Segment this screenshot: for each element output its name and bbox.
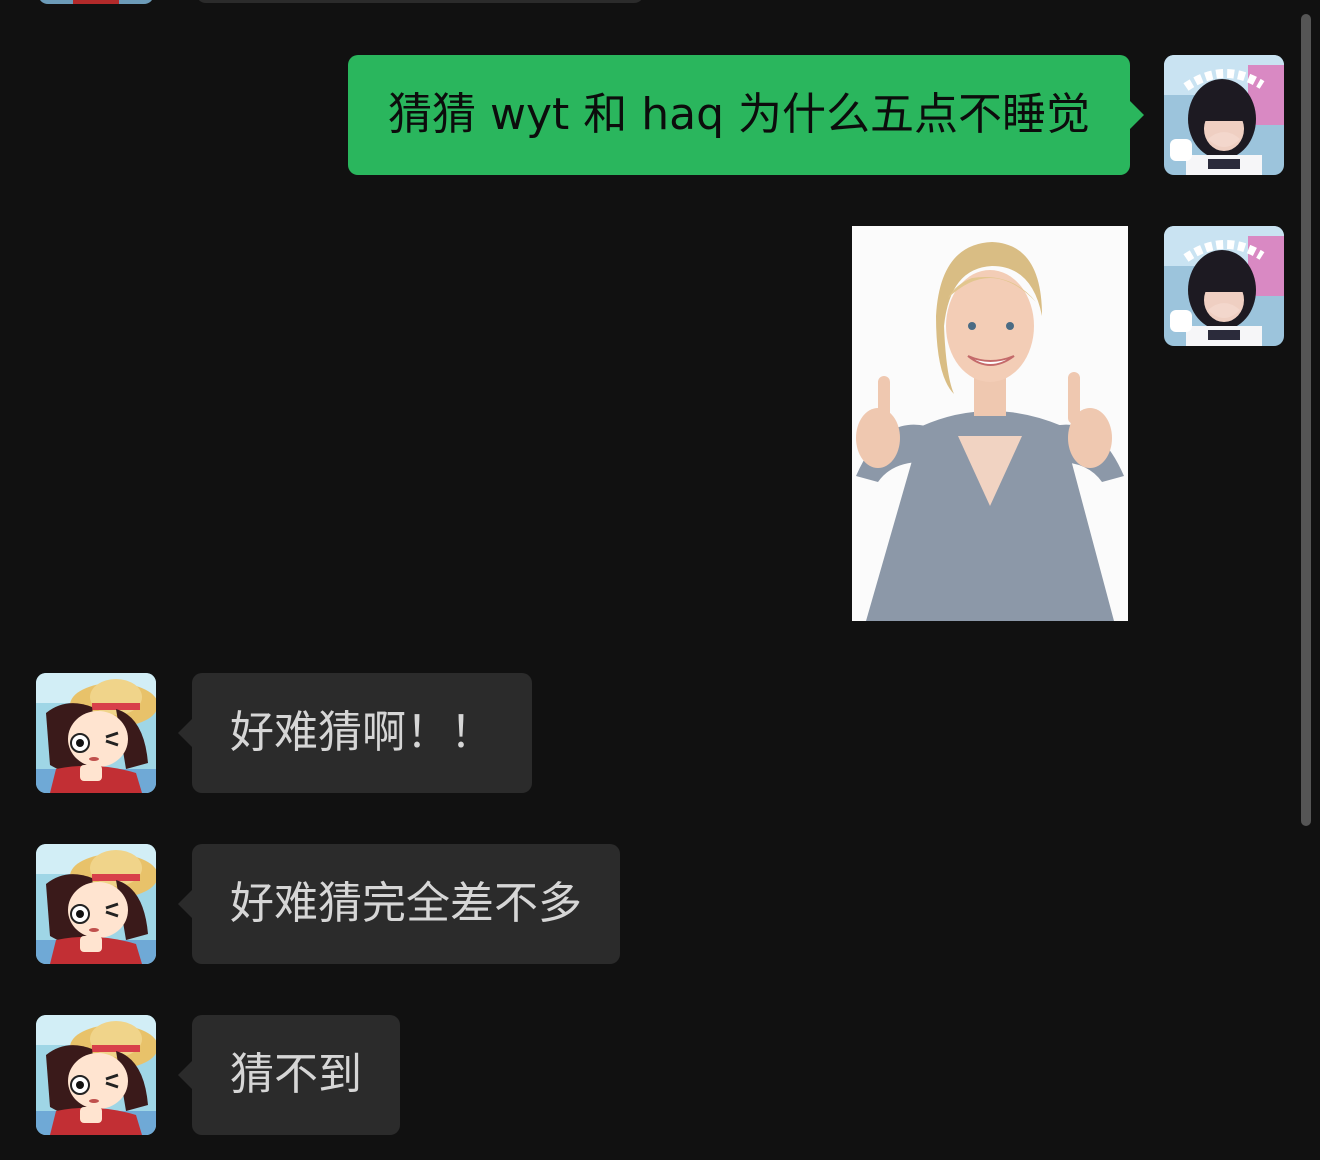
cartoon-girl-straw-hat-avatar-icon[interactable] bbox=[36, 1015, 156, 1135]
chat-window: 猜猜 wyt 和 haq 为什么五点不睡觉 好难猜啊！！ 好难猜完全差不多 猜不… bbox=[0, 0, 1320, 1160]
outgoing-message-bubble[interactable]: 猜猜 wyt 和 haq 为什么五点不睡觉 bbox=[348, 55, 1145, 175]
incoming-message-bubble[interactable]: 猜不到 bbox=[178, 1015, 400, 1135]
message-text: 好难猜完全差不多 bbox=[230, 878, 582, 929]
maid-girl-avatar-icon[interactable] bbox=[1164, 226, 1284, 346]
previous-message-avatar[interactable] bbox=[38, 0, 154, 4]
previous-message-bubble[interactable] bbox=[196, 0, 644, 3]
scrollbar[interactable] bbox=[1301, 14, 1311, 826]
incoming-message-bubble[interactable]: 好难猜啊！！ bbox=[178, 673, 532, 793]
message-text: 好难猜啊！！ bbox=[230, 707, 494, 758]
incoming-message-bubble[interactable]: 好难猜完全差不多 bbox=[178, 844, 620, 964]
cartoon-girl-straw-hat-avatar-icon[interactable] bbox=[36, 673, 156, 793]
message-text: 猜猜 wyt 和 haq 为什么五点不睡觉 bbox=[388, 89, 1091, 140]
cartoon-girl-straw-hat-avatar-icon[interactable] bbox=[36, 844, 156, 964]
maid-girl-avatar-icon[interactable] bbox=[1164, 55, 1284, 175]
message-text: 猜不到 bbox=[230, 1049, 362, 1100]
thumbs-up-woman-photo[interactable] bbox=[852, 226, 1128, 621]
